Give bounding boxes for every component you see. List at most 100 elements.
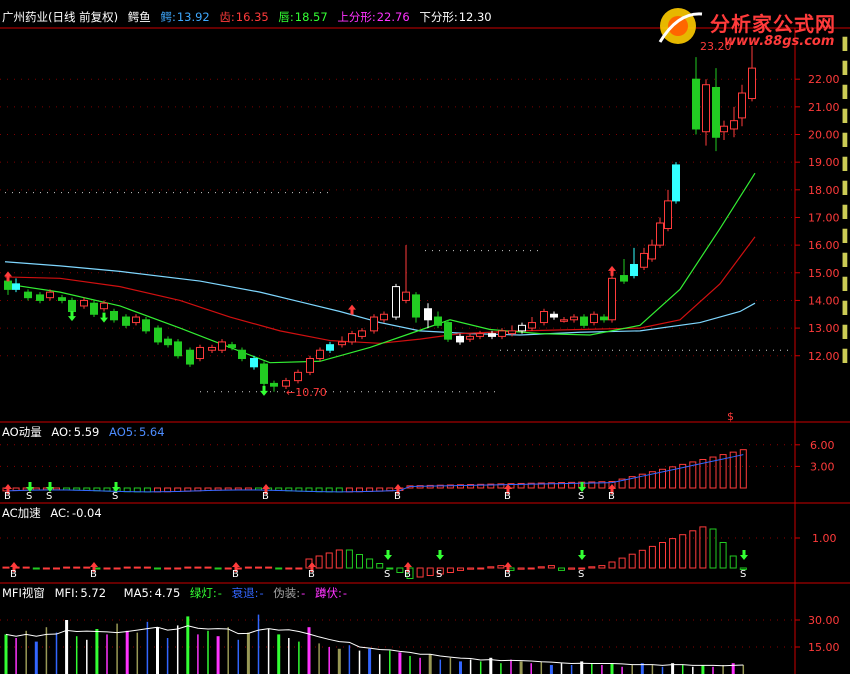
ac-signal-marker: S <box>384 569 390 580</box>
ac-bar <box>699 526 707 569</box>
field-lower-fractal-label: 下分形: <box>419 10 458 24</box>
candle-body <box>550 313 558 318</box>
squat-value: - <box>342 586 348 600</box>
candle-body <box>434 316 442 326</box>
ac-bar <box>164 567 172 570</box>
candle-body <box>260 363 268 384</box>
ao-label: AO: <box>51 425 72 439</box>
ac-bar <box>628 553 636 569</box>
ac-bar <box>568 567 576 570</box>
side-decor-glyph: ▐ <box>838 204 848 219</box>
fake-value: - <box>301 586 306 600</box>
candle-body <box>80 299 88 307</box>
ac-bar <box>325 552 333 569</box>
ac-value: -0.04 <box>71 506 102 520</box>
candle-body <box>380 313 388 321</box>
side-decor-glyph: ▐ <box>838 348 848 363</box>
candle-body <box>370 316 378 332</box>
ac-bar <box>477 567 485 570</box>
field-upper-fractal-label: 上分形: <box>337 10 376 24</box>
ac-signal-marker: B <box>404 569 411 580</box>
price-axis-label: 18.00 <box>808 184 840 197</box>
candle-body <box>12 283 20 290</box>
ao-signal-marker: S <box>26 491 32 502</box>
ac-signal-marker: B <box>308 569 315 580</box>
candle-body <box>164 338 172 346</box>
side-decor-glyph: ▐ <box>838 324 848 339</box>
ac-bar <box>446 567 454 573</box>
low-price-label: ←10.70 <box>286 386 327 399</box>
ac-bar <box>638 549 646 569</box>
up-arrow-icon <box>4 271 12 282</box>
candle-body <box>4 280 12 290</box>
candle-body <box>648 244 656 260</box>
ac-bar <box>244 566 252 569</box>
candle-body <box>270 382 278 387</box>
mfi-axis-label: 15.00 <box>808 641 840 654</box>
candle-body <box>498 330 506 337</box>
dollar-marker: $ <box>727 410 734 423</box>
candle-body <box>608 277 616 321</box>
ao-signal-marker: B <box>394 491 401 502</box>
ac-signal-marker: S <box>740 569 746 580</box>
candle-body <box>392 286 400 318</box>
ac-bar <box>295 567 303 570</box>
candle-body <box>640 252 648 268</box>
candle-body <box>488 333 496 337</box>
field-jaw-value: 13.92 <box>176 10 210 24</box>
fade-label: 衰退: <box>231 586 259 600</box>
side-decor-glyph: ▐ <box>838 180 848 195</box>
candle-body <box>656 222 664 246</box>
ac-signal-marker: B <box>504 569 511 580</box>
price-axis-label: 14.00 <box>808 294 840 307</box>
candle-body <box>326 344 334 351</box>
ac-bar <box>113 567 121 570</box>
ac-bar <box>618 557 626 569</box>
side-decor-glyph: ▐ <box>838 300 848 315</box>
candle-body <box>664 200 672 230</box>
ao-signal-marker: B <box>4 491 11 502</box>
price-axis-label: 22.00 <box>808 73 840 86</box>
candle-body <box>748 67 756 100</box>
chart-canvas: 22.00 21.00 20.00 19.00 18.00 17.00 16.00 15.00… <box>0 27 850 674</box>
candle-body <box>358 330 366 337</box>
ac-bar <box>366 558 374 569</box>
candle-body <box>46 291 54 299</box>
price-axis-label: 19.00 <box>808 156 840 169</box>
price-axis-label: 16.00 <box>808 239 840 252</box>
down-arrow-icon <box>68 311 76 322</box>
ac-bar <box>709 528 717 569</box>
ac-signal-marker: B <box>232 569 239 580</box>
ac-bar <box>184 566 192 569</box>
candle-body <box>580 316 588 326</box>
candle-body <box>110 311 118 321</box>
ac-bar <box>83 566 91 569</box>
candle-body <box>692 78 700 130</box>
candle-body <box>218 341 226 351</box>
ao5-label: AO5: <box>109 425 137 439</box>
ac-bar <box>497 565 505 569</box>
ac-bar <box>396 567 404 573</box>
ac-bar <box>517 567 525 570</box>
down-arrow-icon <box>100 312 108 323</box>
ac-title: AC加速 <box>2 506 41 520</box>
candle-body <box>316 349 324 360</box>
ac-label: AC: <box>50 506 70 520</box>
ac-bar <box>133 566 141 569</box>
ac-bar <box>598 565 606 569</box>
watermark-logo-icon <box>658 8 703 44</box>
ao5-value: 5.64 <box>138 425 165 439</box>
ac-signal-marker: B <box>90 569 97 580</box>
field-teeth-value: 16.35 <box>235 10 269 24</box>
candle-body <box>68 299 76 312</box>
ac-bar <box>719 542 727 569</box>
candle-body <box>36 294 44 301</box>
ao-value: 5.59 <box>73 425 100 439</box>
ac-signal-marker: S <box>436 569 442 580</box>
ac-bar <box>426 567 434 576</box>
ac-bar <box>204 566 212 569</box>
ac-sell-arrow-icon <box>740 550 748 560</box>
candle-body <box>238 349 246 360</box>
watermark-url: www.88gs.com <box>724 34 835 49</box>
ac-bar <box>588 566 596 569</box>
